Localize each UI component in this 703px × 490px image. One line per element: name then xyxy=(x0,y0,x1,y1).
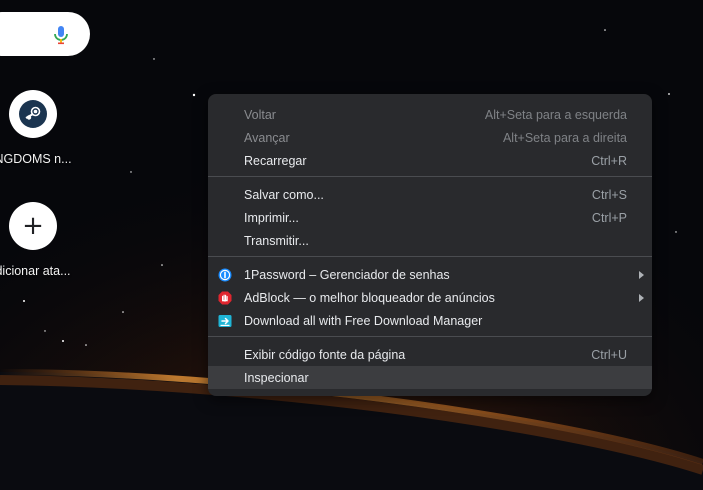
menu-item-shortcut: Alt+Seta para a esquerda xyxy=(484,107,627,122)
menu-item-label: Avançar xyxy=(244,130,290,145)
menu-item-label: Exibir código fonte da página xyxy=(244,347,406,362)
menu-item-back[interactable]: Voltar Alt+Seta para a esquerda xyxy=(208,103,652,126)
microphone-icon[interactable] xyxy=(52,25,70,45)
menu-item-free-download-manager[interactable]: Download all with Free Download Manager xyxy=(208,309,652,332)
menu-item-1password[interactable]: 1Password – Gerenciador de senhas xyxy=(208,263,652,286)
menu-item-label: Recarregar xyxy=(244,153,307,168)
shortcut-label: NGDOMS n... xyxy=(0,152,72,166)
shortcut-tile[interactable]: NGDOMS n... xyxy=(0,90,93,166)
menu-item-label: Voltar xyxy=(244,107,276,122)
menu-item-shortcut: Ctrl+R xyxy=(591,153,627,168)
menu-item-shortcut: Ctrl+U xyxy=(591,347,627,362)
menu-item-forward[interactable]: Avançar Alt+Seta para a direita xyxy=(208,126,652,149)
context-menu: Voltar Alt+Seta para a esquerda Avançar … xyxy=(208,94,652,396)
shortcut-icon-circle xyxy=(9,90,57,138)
add-shortcut-tile[interactable]: + dicionar ata... xyxy=(0,202,93,278)
menu-separator xyxy=(208,176,652,177)
menu-item-print[interactable]: Imprimir... Ctrl+P xyxy=(208,206,652,229)
1password-icon xyxy=(218,268,232,281)
submenu-arrow-icon xyxy=(639,270,644,279)
steam-icon xyxy=(19,100,47,128)
menu-separator xyxy=(208,336,652,337)
menu-item-label: Inspecionar xyxy=(244,370,309,385)
shortcut-label: dicionar ata... xyxy=(0,264,71,278)
shortcut-icon-circle: + xyxy=(9,202,57,250)
menu-separator xyxy=(208,256,652,257)
adblock-icon xyxy=(218,291,232,304)
menu-item-adblock[interactable]: AdBlock — o melhor bloqueador de anúncio… xyxy=(208,286,652,309)
menu-item-shortcut: Alt+Seta para a direita xyxy=(502,130,627,145)
search-box[interactable] xyxy=(0,12,90,56)
menu-item-label: Transmitir... xyxy=(244,233,309,248)
menu-item-shortcut: Ctrl+P xyxy=(591,210,627,225)
menu-item-label: Salvar como... xyxy=(244,187,324,202)
fdm-icon xyxy=(218,314,232,327)
menu-item-save-as[interactable]: Salvar como... Ctrl+S xyxy=(208,183,652,206)
menu-item-shortcut: Ctrl+S xyxy=(591,187,627,202)
menu-item-cast[interactable]: Transmitir... xyxy=(208,229,652,252)
menu-item-label: AdBlock — o melhor bloqueador de anúncio… xyxy=(244,290,495,305)
menu-item-inspect[interactable]: Inspecionar xyxy=(208,366,652,389)
menu-item-label: Download all with Free Download Manager xyxy=(244,313,483,328)
submenu-arrow-icon xyxy=(639,293,644,302)
menu-item-view-source[interactable]: Exibir código fonte da página Ctrl+U xyxy=(208,343,652,366)
menu-item-reload[interactable]: Recarregar Ctrl+R xyxy=(208,149,652,172)
menu-item-label: 1Password – Gerenciador de senhas xyxy=(244,267,450,282)
menu-item-label: Imprimir... xyxy=(244,210,299,225)
plus-icon: + xyxy=(22,211,44,241)
